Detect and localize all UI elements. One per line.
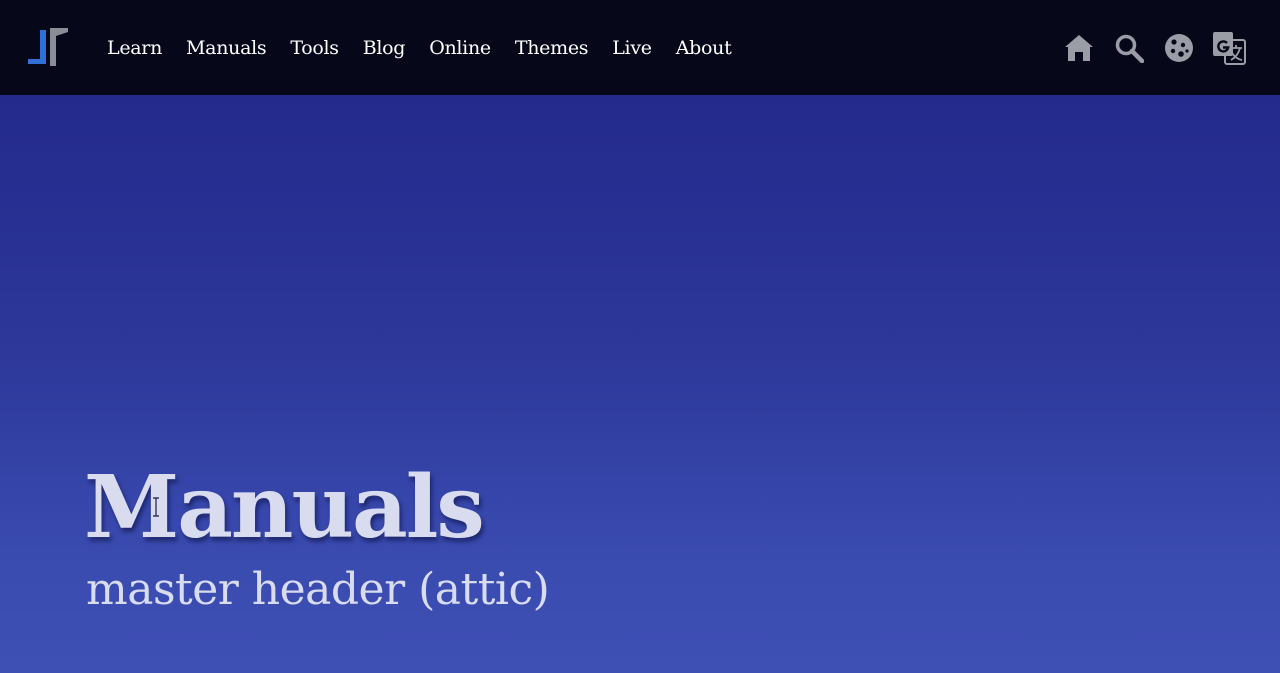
nav-item-live[interactable]: Live bbox=[612, 37, 652, 59]
main-nav: Learn Manuals Tools Blog Online Themes L… bbox=[107, 0, 755, 95]
translate-icon[interactable] bbox=[1212, 31, 1246, 65]
nav-item-online[interactable]: Online bbox=[429, 37, 491, 59]
text-cursor-icon bbox=[152, 497, 160, 517]
cookie-icon[interactable] bbox=[1162, 31, 1196, 65]
nav-item-themes[interactable]: Themes bbox=[515, 37, 589, 59]
header-actions bbox=[1046, 0, 1246, 95]
top-navigation-bar: Learn Manuals Tools Blog Online Themes L… bbox=[0, 0, 1280, 95]
nav-item-about[interactable]: About bbox=[676, 37, 732, 59]
nav-item-learn[interactable]: Learn bbox=[107, 37, 162, 59]
nav-item-blog[interactable]: Blog bbox=[363, 37, 406, 59]
page-subtitle: master header (attic) bbox=[86, 564, 550, 615]
search-icon[interactable] bbox=[1112, 31, 1146, 65]
page-title: Manuals bbox=[84, 457, 485, 558]
nav-item-manuals[interactable]: Manuals bbox=[186, 37, 267, 59]
home-icon[interactable] bbox=[1062, 31, 1096, 65]
hero-banner: Manuals master header (attic) bbox=[0, 95, 1280, 673]
nav-item-tools[interactable]: Tools bbox=[290, 37, 339, 59]
jr-logo-icon[interactable] bbox=[26, 26, 70, 68]
